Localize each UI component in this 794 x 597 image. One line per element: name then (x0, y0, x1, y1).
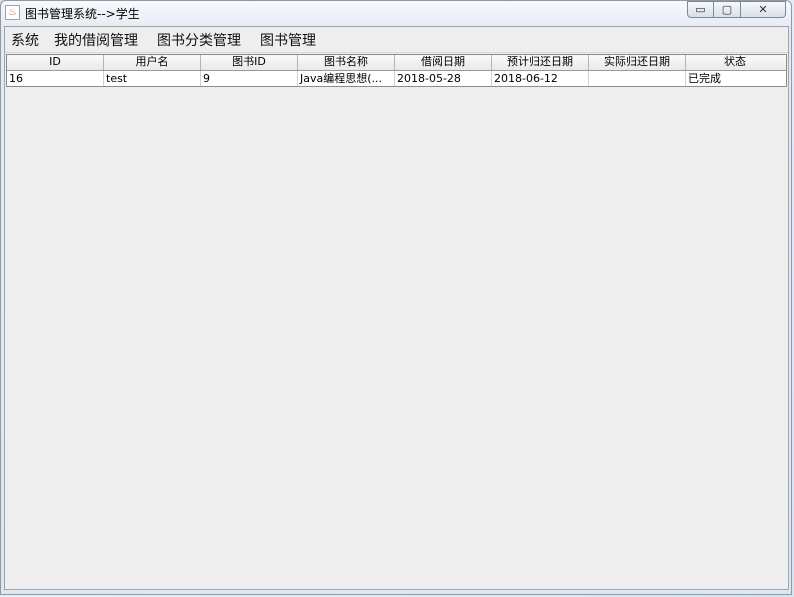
cell-book-name[interactable]: Java编程思想(... (298, 71, 395, 86)
column-header-username[interactable]: 用户名 (104, 55, 201, 70)
table-header: ID 用户名 图书ID 图书名称 借阅日期 预计归还日期 实际归还日期 状态 (7, 55, 786, 71)
minimize-button[interactable]: ▭ (687, 1, 714, 18)
window-title: 图书管理系统-->学生 (25, 7, 140, 21)
cell-status[interactable]: 已完成 (686, 71, 784, 86)
menu-book-management[interactable]: 图书管理 (260, 30, 316, 50)
column-header-expected-return-date[interactable]: 预计归还日期 (492, 55, 589, 70)
cell-book-id[interactable]: 9 (201, 71, 298, 86)
menu-bar: 系统 我的借阅管理 图书分类管理 图书管理 (5, 27, 788, 53)
column-header-status[interactable]: 状态 (686, 55, 784, 70)
cell-borrow-date[interactable]: 2018-05-28 (395, 71, 492, 86)
menu-system[interactable]: 系统 (11, 30, 39, 50)
maximize-icon: ▢ (721, 3, 733, 16)
close-icon: ✕ (758, 3, 768, 16)
close-button[interactable]: ✕ (741, 1, 786, 18)
cell-expected-return-date[interactable]: 2018-06-12 (492, 71, 589, 86)
java-app-icon[interactable]: ♨ (5, 5, 20, 20)
maximize-button[interactable]: ▢ (714, 1, 741, 18)
minimize-icon: ▭ (695, 3, 706, 16)
cell-id[interactable]: 16 (7, 71, 104, 86)
cell-actual-return-date[interactable] (589, 71, 686, 86)
column-header-id[interactable]: ID (7, 55, 104, 70)
column-header-actual-return-date[interactable]: 实际归还日期 (589, 55, 686, 70)
menu-my-borrow-management[interactable]: 我的借阅管理 (54, 30, 138, 50)
column-header-borrow-date[interactable]: 借阅日期 (395, 55, 492, 70)
cell-username[interactable]: test (104, 71, 201, 86)
column-header-book-name[interactable]: 图书名称 (298, 55, 395, 70)
table-row[interactable]: 16 test 9 Java编程思想(... 2018-05-28 2018-0… (7, 71, 786, 86)
title-bar[interactable]: ♨ 图书管理系统-->学生 ▭ ▢ ✕ (1, 1, 791, 26)
column-header-book-id[interactable]: 图书ID (201, 55, 298, 70)
client-area: 系统 我的借阅管理 图书分类管理 图书管理 ID 用户名 图书ID 图书名称 借… (4, 26, 789, 590)
app-window: ♨ 图书管理系统-->学生 ▭ ▢ ✕ 系统 我的借阅管理 图书分类管理 图书管… (0, 0, 792, 595)
borrow-records-table: ID 用户名 图书ID 图书名称 借阅日期 预计归还日期 实际归还日期 状态 1… (6, 54, 787, 87)
menu-book-category-management[interactable]: 图书分类管理 (157, 30, 241, 50)
